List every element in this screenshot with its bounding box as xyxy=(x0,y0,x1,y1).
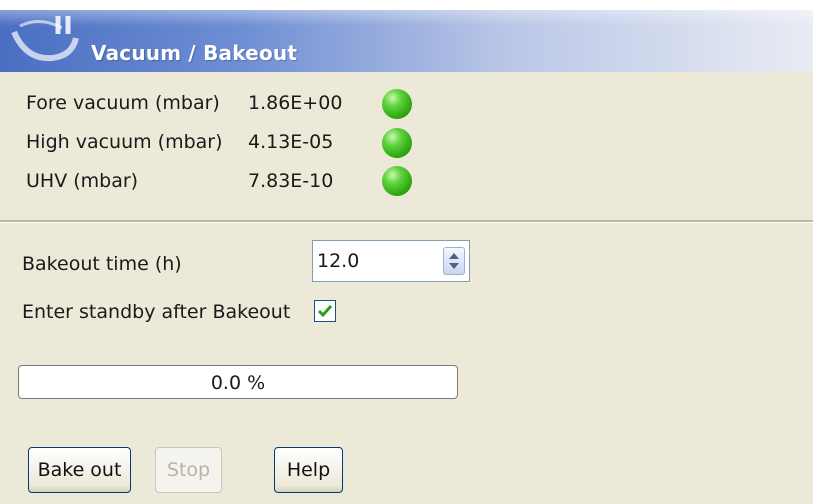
bake-out-button[interactable]: Bake out xyxy=(28,447,131,493)
fore-vacuum-status-led xyxy=(382,89,412,119)
high-vacuum-label: High vacuum (mbar) xyxy=(26,131,223,153)
bakeout-time-value[interactable]: 12.0 xyxy=(317,250,359,272)
spinner-arrows[interactable] xyxy=(443,247,465,275)
fore-vacuum-value: 1.86E+00 xyxy=(248,92,343,114)
high-vacuum-value: 4.13E-05 xyxy=(248,131,334,153)
uhv-status-led xyxy=(382,166,412,196)
uhv-value: 7.83E-10 xyxy=(248,170,334,192)
bakeout-time-label: Bakeout time (h) xyxy=(22,253,182,275)
uhv-label: UHV (mbar) xyxy=(26,170,139,192)
title-bar: Vacuum / Bakeout xyxy=(0,10,813,72)
progress-text: 0.0 % xyxy=(210,372,266,394)
window-title: Vacuum / Bakeout xyxy=(91,41,298,65)
help-button[interactable]: Help xyxy=(274,447,343,493)
vacuum-flask-icon xyxy=(11,16,79,62)
bakeout-time-spinner[interactable]: 12.0 xyxy=(312,240,470,282)
window-top-edge xyxy=(0,0,813,10)
stop-button[interactable]: Stop xyxy=(155,447,222,493)
standby-label: Enter standby after Bakeout xyxy=(22,301,291,323)
standby-checkbox[interactable] xyxy=(314,300,336,322)
fore-vacuum-label: Fore vacuum (mbar) xyxy=(26,92,220,114)
bakeout-progress-bar: 0.0 % xyxy=(18,365,458,399)
spinner-arrows-icon xyxy=(449,253,459,269)
high-vacuum-status-led xyxy=(382,128,412,158)
checkmark-icon xyxy=(317,305,333,318)
